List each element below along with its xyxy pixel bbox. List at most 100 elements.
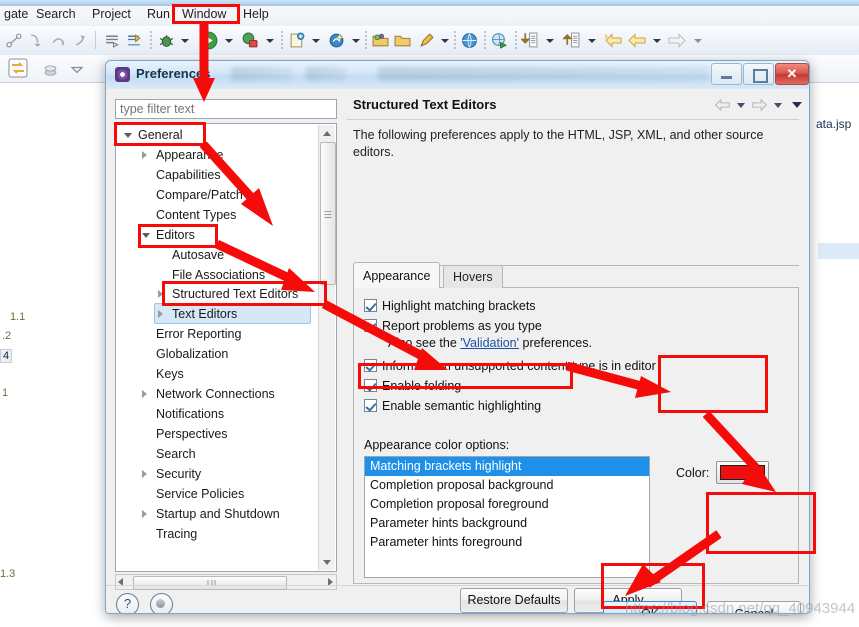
server-dropdown-arrow-icon[interactable]: [352, 39, 360, 43]
debug-bug-icon[interactable]: [158, 32, 175, 49]
restore-defaults-button[interactable]: Restore Defaults: [460, 588, 568, 613]
color-option-parameter-hints-background[interactable]: Parameter hints background: [365, 514, 649, 533]
tree-item-label: Perspectives: [156, 427, 228, 441]
dialog-maximize-button[interactable]: [743, 63, 774, 85]
run-external-dropdown-arrow-icon[interactable]: [266, 39, 274, 43]
back-nav-icon[interactable]: [714, 98, 731, 112]
filter-input[interactable]: [115, 99, 337, 119]
tree-item-autosave[interactable]: Autosave: [116, 245, 224, 265]
pen-icon[interactable]: [418, 32, 435, 49]
tree-item-service-policies[interactable]: Service Policies: [116, 484, 244, 504]
import-icon[interactable]: [521, 32, 538, 49]
tree-item-startup-and-shutdown[interactable]: Startup and Shutdown: [116, 504, 280, 524]
pane-menu-arrow-icon[interactable]: [792, 102, 802, 108]
color-option-completion-proposal-foreground[interactable]: Completion proposal foreground: [365, 495, 649, 514]
editor-tab-label[interactable]: ata.jsp: [816, 117, 851, 131]
swap-arrows-icon[interactable]: [8, 58, 28, 78]
page-title: Structured Text Editors: [353, 97, 497, 112]
twisty-collapsed-icon[interactable]: [142, 470, 147, 478]
toolbar-dotted-separator-6: [515, 31, 517, 49]
export-dropdown-arrow-icon[interactable]: [588, 39, 596, 43]
checkbox-label: Enable semantic highlighting: [382, 399, 542, 413]
twisty-collapsed-icon[interactable]: [142, 151, 147, 159]
menu-item-gate[interactable]: gate: [4, 7, 28, 21]
menu-item-project[interactable]: Project: [92, 7, 131, 21]
run-dropdown-arrow-icon[interactable]: [225, 39, 233, 43]
link-nodes-icon[interactable]: [6, 32, 23, 49]
tree-item-network-connections[interactable]: Network Connections: [116, 384, 275, 404]
debug-dropdown-arrow-icon[interactable]: [181, 39, 189, 43]
page-description: The following preferences apply to the H…: [353, 128, 764, 159]
tree-item-tracing[interactable]: Tracing: [116, 524, 197, 544]
tree-item-error-reporting[interactable]: Error Reporting: [116, 324, 241, 344]
watermark: https://blog.csdn.net/qq_40943944: [625, 600, 856, 617]
appearance-color-options-list[interactable]: Matching brackets highlight Completion p…: [364, 456, 650, 578]
export-icon[interactable]: [563, 32, 580, 49]
menu-item-run[interactable]: Run: [147, 7, 170, 21]
pen-dropdown-arrow-icon[interactable]: [441, 39, 449, 43]
forward-dropdown-arrow-icon[interactable]: [694, 39, 702, 43]
sort-arrow-icon[interactable]: [126, 32, 143, 49]
minimize-glyph-icon: [721, 76, 732, 79]
tree-item-text-editors[interactable]: Text Editors: [116, 304, 237, 324]
scroll-up-button[interactable]: [319, 125, 335, 141]
color-option-parameter-hints-foreground[interactable]: Parameter hints foreground: [365, 533, 649, 552]
back-history-icon[interactable]: [603, 32, 623, 49]
step-return-icon[interactable]: [72, 32, 89, 49]
tree-item-perspectives[interactable]: Perspectives: [116, 424, 228, 444]
tree-item-globalization[interactable]: Globalization: [116, 344, 228, 364]
validation-link[interactable]: 'Validation': [460, 336, 519, 350]
toolbar-dotted-separator-5: [484, 31, 486, 49]
back-dropdown-arrow-icon[interactable]: [653, 39, 661, 43]
record-button[interactable]: [150, 593, 173, 613]
annotation-arrow-apply-to-ok: [625, 530, 722, 596]
server-icon[interactable]: [328, 32, 345, 49]
tab-hovers[interactable]: Hovers: [443, 265, 503, 288]
help-button[interactable]: ?: [116, 593, 139, 613]
twisty-collapsed-icon[interactable]: [142, 390, 147, 398]
tree-item-search[interactable]: Search: [116, 444, 196, 464]
menu-item-search[interactable]: Search: [36, 7, 76, 21]
view-menu-icon[interactable]: [70, 61, 84, 78]
tree-item-label: Text Editors: [172, 307, 238, 321]
forward-nav-icon[interactable]: [751, 98, 768, 112]
back-nav-dropdown-arrow-icon[interactable]: [737, 103, 745, 108]
globe-icon[interactable]: [461, 32, 478, 49]
toolbar-separator: [95, 31, 96, 49]
run-external-icon[interactable]: [241, 32, 258, 49]
step-over-icon[interactable]: [50, 32, 67, 49]
maximize-glyph-icon: [753, 69, 768, 83]
new-wizard-icon[interactable]: [289, 32, 306, 49]
tree-item-security[interactable]: Security: [116, 464, 201, 484]
tab-appearance[interactable]: Appearance: [353, 262, 441, 288]
checkbox-icon[interactable]: [364, 399, 377, 412]
annotation-arrow-color-to-apply: [702, 412, 776, 492]
folder-icon[interactable]: [394, 32, 411, 49]
step-into-icon[interactable]: [28, 32, 45, 49]
import-dropdown-arrow-icon[interactable]: [546, 39, 554, 43]
code-fragment-4: 1: [2, 387, 9, 399]
scroll-down-button[interactable]: [319, 554, 335, 570]
lines-arrow-icon[interactable]: [104, 32, 121, 49]
forward-nav-dropdown-arrow-icon[interactable]: [774, 103, 782, 108]
dialog-close-button[interactable]: ✕: [775, 63, 809, 85]
tree-horizontal-scrollbar[interactable]: [115, 574, 337, 590]
open-folder-icon[interactable]: [372, 32, 389, 49]
twisty-collapsed-icon[interactable]: [142, 510, 147, 518]
dialog-minimize-button[interactable]: [711, 63, 742, 85]
color-option-matching-brackets-highlight[interactable]: Matching brackets highlight: [365, 457, 649, 476]
code-fragment-2: .2: [2, 330, 12, 342]
tree-item-label: Network Connections: [156, 387, 275, 401]
twisty-collapsed-icon[interactable]: [158, 310, 163, 318]
layers-icon[interactable]: [42, 61, 59, 78]
menu-bar: gate Search Project Run Window Help: [0, 6, 859, 26]
tree-item-notifications[interactable]: Notifications: [116, 404, 224, 424]
globe-run-icon[interactable]: [491, 32, 508, 49]
tree-item-keys[interactable]: Keys: [116, 364, 184, 384]
tree-hscroll-thumb[interactable]: [133, 576, 287, 590]
color-option-completion-proposal-background[interactable]: Completion proposal background: [365, 476, 649, 495]
forward-icon[interactable]: [667, 32, 687, 49]
new-wizard-dropdown-arrow-icon[interactable]: [312, 39, 320, 43]
back-icon[interactable]: [627, 32, 647, 49]
menu-item-help[interactable]: Help: [243, 7, 269, 21]
